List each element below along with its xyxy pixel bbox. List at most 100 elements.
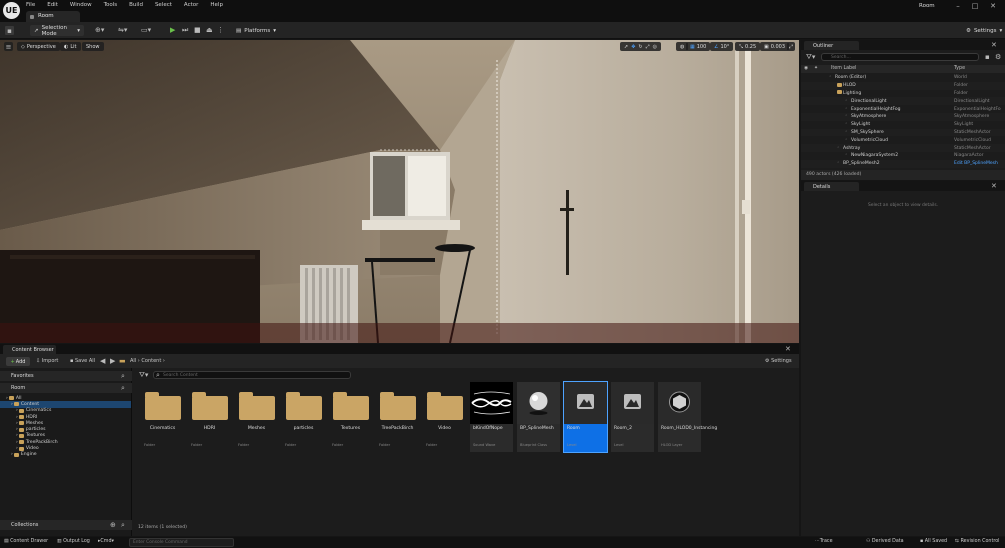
outliner-row[interactable]: ◦ VolumetricCloud VolumetricCloud (801, 136, 1005, 144)
selection-mode-dropdown[interactable]: ➚ Selection Mode ▾ (30, 25, 84, 37)
add-collection-icon[interactable]: ⊕ (110, 521, 116, 529)
breadcrumb-all[interactable]: All (130, 358, 136, 364)
add-button[interactable]: + Add (6, 357, 30, 366)
pin-icon[interactable]: ✦ (814, 66, 818, 71)
show-button[interactable]: Show (82, 42, 104, 51)
expand-arrow-icon[interactable]: › (16, 446, 18, 451)
camera-speed-button[interactable]: ▣ 0.003 (760, 42, 790, 51)
details-tab[interactable]: Details (804, 182, 859, 191)
content-drawer-button[interactable]: ▤ Content Drawer (4, 539, 48, 544)
rotation-snap-toggle[interactable]: ∠ 10° (710, 42, 734, 51)
outliner-tab[interactable]: Outliner (804, 41, 859, 50)
import-button[interactable]: ⇩ Import (36, 358, 58, 364)
search-icon[interactable]: ⌕ (121, 372, 125, 381)
expand-arrow-icon[interactable]: › (11, 452, 13, 457)
asset-tile[interactable]: BP_SplineMesh Blueprint Class (517, 382, 560, 452)
expand-arrow-icon[interactable]: › (16, 427, 18, 432)
outliner-row[interactable]: Lighting Folder (801, 90, 1005, 98)
menu-tools[interactable]: Tools (104, 2, 118, 8)
folder-tile[interactable]: Textures Folder (329, 382, 372, 452)
eject-icon[interactable]: ⏏ (206, 26, 213, 34)
close-panel-icon[interactable]: ✕ (991, 41, 997, 49)
close-panel-icon[interactable]: ✕ (785, 345, 791, 353)
outliner-row[interactable]: ◦ ExponentialHeightFog ExponentialHeightFo (801, 105, 1005, 113)
cinematics-icon[interactable]: ▭▾ (141, 26, 151, 34)
select-tool-icon[interactable]: ➚ (624, 44, 628, 50)
viewport-menu-icon[interactable]: ≡ (4, 42, 13, 51)
outliner-row[interactable]: ◦ SM_SkySphere StaticMeshActor (801, 128, 1005, 137)
stop-icon[interactable]: ■ (194, 26, 201, 34)
tree-item[interactable]: › Engine (0, 452, 131, 458)
minimize-icon[interactable]: – (953, 2, 963, 12)
level-tab[interactable]: Room (26, 11, 80, 22)
save-all-button[interactable]: ▪ Save All (70, 358, 95, 364)
maximize-icon[interactable]: □ (970, 2, 980, 12)
asset-tile[interactable]: Room_2 Level (611, 382, 654, 452)
filter-icon[interactable]: ⛛▾ (806, 53, 815, 62)
move-tool-icon[interactable]: ✥ (631, 44, 635, 50)
platforms-dropdown[interactable]: ▤ Platforms ▾ (232, 25, 276, 36)
outliner-row[interactable]: ◦ DirectionalLight DirectionalLight (801, 97, 1005, 106)
scale-snap-toggle[interactable]: ⤡ 0.25 (735, 42, 761, 51)
cmd-dropdown[interactable]: ▸Cmd▾ (98, 539, 114, 544)
history-back-icon[interactable]: ◀ (100, 357, 105, 365)
folder-tile[interactable]: particles Folder (282, 382, 325, 452)
col-type[interactable]: Type (954, 66, 965, 71)
folder-tile[interactable]: Cinematics Folder (141, 382, 184, 452)
unreal-logo-icon[interactable]: UE (3, 2, 20, 19)
trace-button[interactable]: ⋯Trace (815, 539, 833, 544)
add-folder-icon[interactable]: ▪ (985, 53, 990, 61)
gear-icon[interactable]: ⚙ (995, 53, 1001, 61)
search-icon[interactable]: ⌕ (121, 384, 125, 393)
asset-tile[interactable]: bKindOfNope Sound Wave (470, 382, 513, 452)
favorites-header[interactable]: Favorites (0, 371, 132, 381)
menu-edit[interactable]: Edit (47, 2, 58, 8)
world-space-icon[interactable]: ◎ (653, 44, 657, 50)
expand-arrow-icon[interactable]: › (16, 433, 18, 438)
visibility-icon[interactable]: ◉ (804, 66, 808, 71)
breadcrumb-content[interactable]: Content (141, 358, 161, 364)
menu-build[interactable]: Build (129, 2, 143, 8)
menu-help[interactable]: Help (210, 2, 223, 8)
expand-arrow-icon[interactable]: › (11, 402, 13, 407)
folder-tile[interactable]: Video Folder (423, 382, 466, 452)
close-panel-icon[interactable]: ✕ (991, 182, 997, 190)
root-header[interactable]: Room (0, 383, 132, 393)
folder-tile[interactable]: HDRI Folder (188, 382, 231, 452)
all-saved-button[interactable]: ▪ All Saved (920, 539, 947, 544)
menu-file[interactable]: File (26, 2, 35, 8)
perspective-button[interactable]: ◇ Perspective (17, 42, 60, 51)
scale-tool-icon[interactable]: ⤢ (646, 44, 650, 50)
settings-button[interactable]: ⚙ Settings (765, 358, 792, 364)
play-icon[interactable]: ▶ (170, 26, 175, 34)
expand-arrow-icon[interactable]: › (16, 415, 18, 420)
folder-tile[interactable]: TreePackBirch Folder (376, 382, 419, 452)
more-options-icon[interactable]: ⋮ (217, 26, 224, 34)
history-forward-icon[interactable]: ▶ (110, 357, 115, 365)
asset-tile[interactable]: Room_HLOD0_Instancing HLOD Layer (658, 382, 717, 452)
grid-snap-toggle[interactable]: ▦ 100 (686, 42, 711, 51)
outliner-search-input[interactable]: Search... (821, 53, 979, 61)
rotate-tool-icon[interactable]: ↻ (638, 44, 642, 50)
revision-control-button[interactable]: ⇆ Revision Control (955, 539, 999, 544)
blueprints-icon[interactable]: ⇋▾ (118, 26, 127, 34)
menu-window[interactable]: Window (70, 2, 92, 8)
outliner-row[interactable]: ◦ SkyAtmosphere SkyAtmosphere (801, 113, 1005, 121)
add-actor-icon[interactable]: ⊕▾ (95, 26, 104, 34)
col-item-label[interactable]: Item Label (831, 66, 856, 71)
outliner-row[interactable]: HLOD Folder (801, 81, 1005, 90)
console-input[interactable]: Enter Console Command (129, 538, 234, 547)
settings-dropdown[interactable]: ⚙ Settings ▾ (962, 25, 1002, 36)
step-icon[interactable]: ⏭ (182, 26, 188, 35)
lit-button[interactable]: ◐ Lit (60, 42, 81, 51)
expand-arrow-icon[interactable]: › (16, 421, 18, 426)
expand-arrow-icon[interactable]: › (16, 408, 18, 413)
outliner-row[interactable]: ◦ Ashtray StaticMeshActor (801, 144, 1005, 152)
expand-arrow-icon[interactable]: › (6, 396, 8, 401)
close-icon[interactable]: ✕ (988, 2, 998, 12)
expand-arrow-icon[interactable]: › (16, 440, 18, 445)
outliner-row[interactable]: ◦ NewNiagaraSystem2 NiagaraActor (801, 152, 1005, 160)
content-browser-tab[interactable]: Content Browser (3, 345, 56, 354)
maximize-viewport-icon[interactable]: ⤢ (787, 42, 796, 51)
derived-data-button[interactable]: ⚇ Derived Data (866, 539, 904, 544)
